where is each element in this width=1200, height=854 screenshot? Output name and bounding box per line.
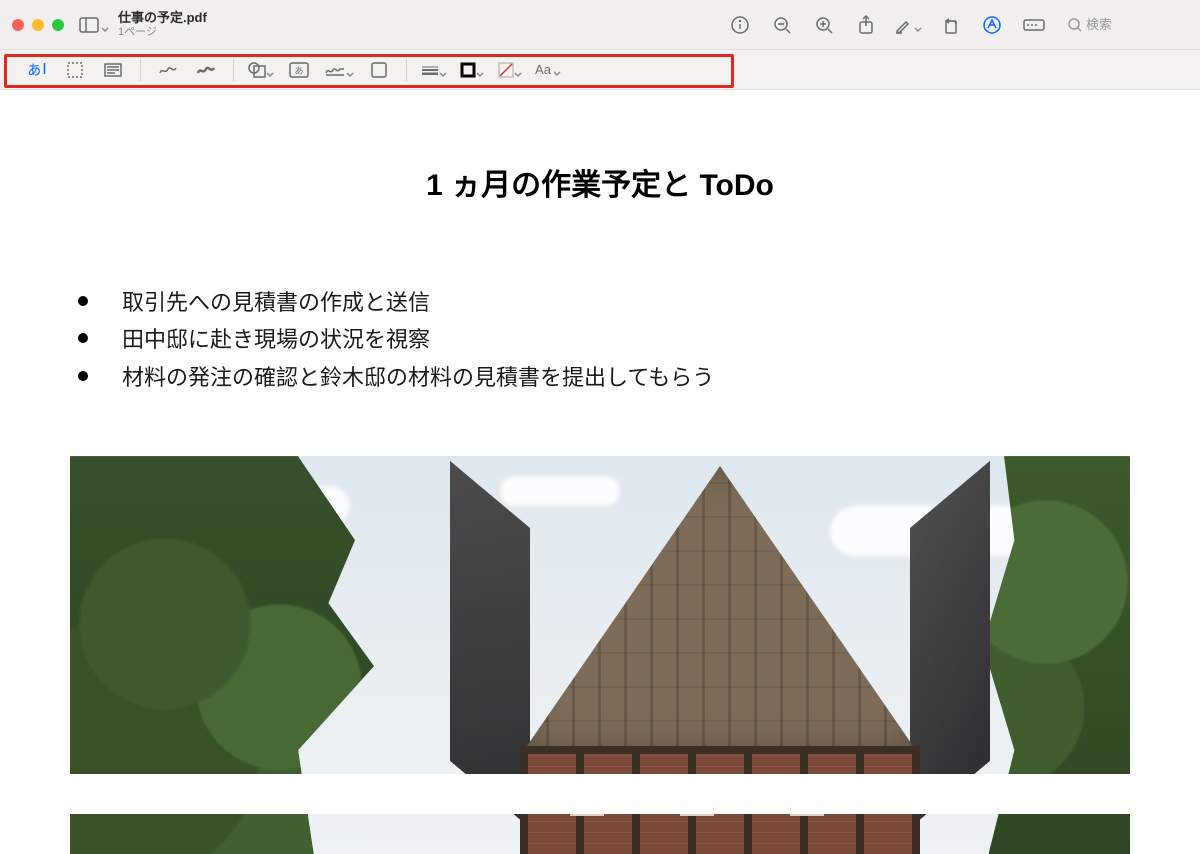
fullscreen-window-button[interactable] [52, 19, 64, 31]
redact-tool[interactable] [100, 57, 126, 83]
list-item: 材料の発注の確認と鈴木邸の材料の見積書を提出してもらう [70, 359, 1130, 396]
chevron-down-icon [346, 66, 354, 74]
redact-icon [104, 63, 122, 77]
shapes-tool[interactable] [248, 57, 274, 83]
zoom-out-icon [773, 16, 791, 34]
chevron-down-icon [514, 66, 522, 74]
chevron-down-icon [439, 66, 447, 74]
sketch-tool[interactable] [155, 57, 181, 83]
draw-tool[interactable] [193, 57, 219, 83]
note-icon [371, 62, 387, 78]
close-window-button[interactable] [12, 19, 24, 31]
border-color-tool[interactable] [459, 57, 485, 83]
fill-color-icon [498, 62, 514, 78]
info-button[interactable] [724, 10, 756, 40]
markup-icon [982, 15, 1002, 35]
document-viewport[interactable]: 1 ヵ月の作業予定と ToDo 取引先への見積書の作成と送信 田中邸に赴き現場の… [0, 90, 1200, 854]
signature-icon [324, 63, 346, 77]
search-field[interactable] [1068, 17, 1188, 32]
embedded-image [70, 456, 1130, 854]
lineweight-icon [421, 65, 439, 75]
text-select-icon: あ [27, 60, 41, 80]
chevron-down-icon [914, 21, 922, 29]
share-button[interactable] [850, 10, 882, 40]
rect-select-icon [67, 62, 83, 78]
chevron-down-icon [266, 66, 274, 74]
window-controls [12, 19, 64, 31]
list-item: 取引先への見積書の作成と送信 [70, 284, 1130, 321]
search-input[interactable] [1086, 17, 1176, 32]
textbox-icon: あ [289, 62, 309, 78]
rotate-button[interactable] [934, 10, 966, 40]
highlight-button[interactable] [892, 10, 924, 40]
document-filename: 仕事の予定.pdf [118, 11, 207, 26]
title-bar: 仕事の予定.pdf 1ページ [0, 0, 1200, 50]
pdf-page: 1 ヵ月の作業予定と ToDo 取引先への見積書の作成と送信 田中邸に赴き現場の… [0, 90, 1200, 854]
shape-style-tool[interactable] [421, 57, 447, 83]
rotate-icon [941, 16, 959, 34]
list-item: 田中邸に赴き現場の状況を視察 [70, 321, 1130, 358]
highlighter-icon [894, 16, 912, 34]
form-icon [1023, 17, 1045, 33]
text-box-tool[interactable]: あ [286, 57, 312, 83]
text-style-label: Aa [535, 62, 551, 77]
fill-color-tool[interactable] [497, 57, 523, 83]
border-color-icon [460, 62, 476, 78]
svg-text:あ: あ [294, 66, 303, 76]
sidebar-toggle-button[interactable] [78, 10, 110, 40]
zoom-in-button[interactable] [808, 10, 840, 40]
form-fill-button[interactable] [1018, 10, 1050, 40]
todo-list: 取引先への見積書の作成と送信 田中邸に赴き現場の状況を視察 材料の発注の確認と鈴… [70, 284, 1130, 396]
chevron-down-icon [101, 21, 109, 29]
minimize-window-button[interactable] [32, 19, 44, 31]
zoom-in-icon [815, 16, 833, 34]
draw-icon [196, 63, 216, 77]
shapes-icon [248, 62, 266, 78]
chevron-down-icon [553, 66, 561, 74]
rectangular-selection-tool[interactable] [62, 57, 88, 83]
info-icon [731, 16, 749, 34]
sidebar-icon [79, 17, 99, 33]
text-style-tool[interactable]: Aa [535, 57, 561, 83]
sign-tool[interactable] [324, 57, 354, 83]
page-indicator: 1ページ [118, 26, 207, 39]
document-title-block: 仕事の予定.pdf 1ページ [118, 11, 207, 39]
page-title: 1 ヵ月の作業予定と ToDo [70, 160, 1130, 204]
sketch-icon [158, 63, 178, 77]
markup-toolbar: あI あ [0, 50, 1200, 90]
markup-toggle-button[interactable] [976, 10, 1008, 40]
chevron-down-icon [476, 66, 484, 74]
zoom-out-button[interactable] [766, 10, 798, 40]
text-selection-tool[interactable]: あI [24, 57, 50, 83]
share-icon [858, 15, 874, 35]
note-tool[interactable] [366, 57, 392, 83]
search-icon [1068, 18, 1082, 32]
